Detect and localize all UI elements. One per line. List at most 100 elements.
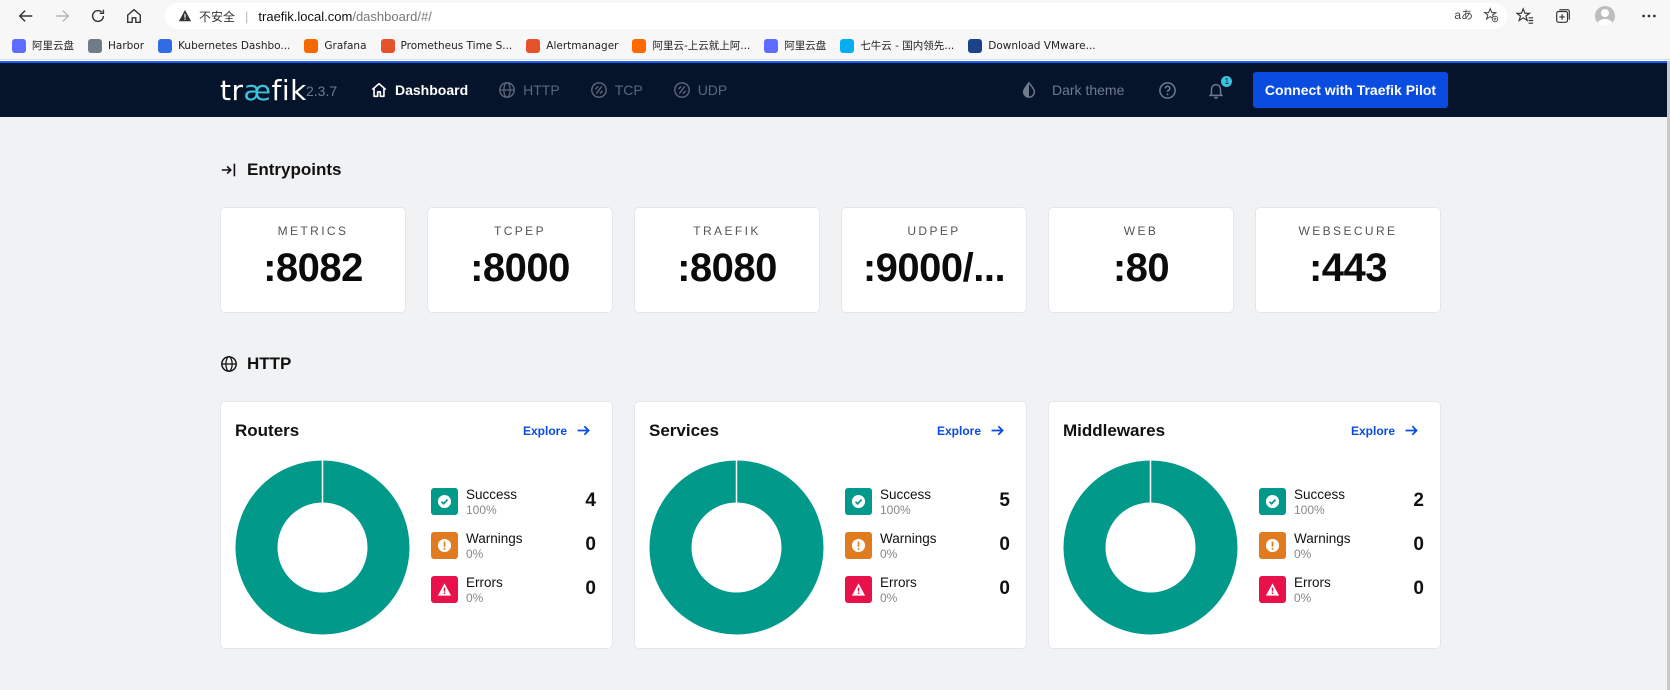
bookmark-item[interactable]: Prometheus Time S... — [380, 38, 512, 53]
stat-card-title: Middlewares — [1063, 421, 1166, 440]
legend-percent: 0% — [466, 547, 484, 561]
bookmark-item[interactable]: Kubernetes Dashbo... — [158, 38, 290, 53]
collections-icon — [1556, 9, 1570, 23]
legend-count: 0 — [1413, 578, 1424, 599]
back-button[interactable] — [8, 0, 44, 32]
entrypoint-card: TCPEP :8000 — [427, 207, 613, 313]
globe-icon — [221, 356, 237, 372]
warning-icon[interactable] — [177, 8, 193, 24]
url-path[interactable]: /dashboard/#/ — [352, 9, 432, 24]
check-circle-icon — [1259, 488, 1286, 515]
url-host[interactable]: traefik.local.com — [258, 9, 352, 24]
bookmark-item[interactable]: Harbor — [88, 38, 144, 53]
legend-row-success[interactable]: Success 100% 2 — [1259, 487, 1424, 532]
entrypoints-title: Entrypoints — [247, 160, 342, 179]
profile-button[interactable] — [1582, 0, 1628, 32]
traefik-logo[interactable]: træfik — [220, 74, 307, 107]
nav-dashboard-label: Dashboard — [395, 82, 469, 98]
reload-button[interactable] — [80, 0, 116, 32]
explore-link[interactable]: Explore — [937, 422, 1006, 439]
legend-row-errors[interactable]: Errors 0% 0 — [431, 575, 596, 620]
bookmark-item[interactable]: Alertmanager — [526, 38, 618, 53]
stat-card-title: Services — [649, 421, 719, 440]
check-circle-icon — [845, 488, 872, 515]
arrow-right-icon — [1405, 425, 1418, 436]
nav-udp[interactable]: UDP — [673, 81, 727, 99]
entrypoint-port: :80 — [1112, 246, 1170, 290]
read-aloud-button[interactable]: aあ — [1454, 6, 1473, 23]
legend-count: 0 — [1413, 534, 1424, 555]
aliyun-icon — [632, 38, 647, 53]
udp-icon — [673, 82, 690, 98]
alert-triangle-icon — [845, 576, 872, 603]
notifications-button[interactable]: 1 — [1207, 76, 1233, 99]
tcp-icon — [590, 82, 607, 98]
nav-tcp-label: TCP — [614, 82, 643, 98]
http-stat-card: Routers Explore Success 100% 4 Warnings 0% 0 Err… — [220, 401, 613, 649]
legend-label: Errors — [466, 575, 503, 590]
insecure-label[interactable]: 不安全 — [199, 8, 235, 25]
bookmark-item[interactable]: 阿里云盘 — [12, 38, 74, 53]
prometheus-icon — [380, 38, 395, 53]
status-donut-chart — [1063, 460, 1238, 635]
aliyun-drive-icon — [12, 38, 26, 53]
http-stat-card: Middlewares Explore Success 100% 2 Warnings 0%… — [1048, 401, 1441, 649]
legend-row-success[interactable]: Success 100% 5 — [845, 487, 1010, 532]
help-icon — [1159, 81, 1177, 99]
entrypoint-card: UDPEP:9000/... — [841, 207, 1027, 313]
stat-card-title: Routers — [235, 421, 300, 440]
status-legend: Success 100% 5 Warnings 0% 0 Errors 0% 0 — [845, 487, 1010, 620]
legend-percent: 100% — [466, 503, 497, 517]
arrow-right-icon — [577, 425, 590, 436]
nav-dashboard[interactable]: Dashboard — [370, 81, 468, 99]
settings-menu-button[interactable] — [1628, 0, 1670, 32]
dark-theme-label: Dark theme — [1052, 82, 1125, 98]
legend-row-warnings[interactable]: Warnings 0% 0 — [845, 531, 1010, 576]
bookmark-label: Grafana — [324, 39, 367, 52]
legend-row-warnings[interactable]: Warnings 0% 0 — [431, 531, 596, 576]
legend-label: Errors — [1294, 575, 1331, 590]
bookmark-item[interactable]: 七牛云 - 国内领先... — [840, 38, 954, 53]
forward-button[interactable] — [44, 0, 80, 32]
exclamation-icon — [1259, 532, 1286, 559]
legend-label: Success — [1294, 487, 1346, 502]
bookmark-item[interactable]: Download VMware... — [968, 38, 1096, 53]
legend-row-errors[interactable]: Errors 0% 0 — [845, 575, 1010, 620]
favorites-button[interactable] — [1506, 0, 1544, 32]
explore-label: Explore — [1350, 423, 1395, 438]
nav-tcp[interactable]: TCP — [590, 81, 643, 99]
legend-label: Errors — [880, 575, 917, 590]
http-title: HTTP — [247, 354, 292, 373]
legend-row-success[interactable]: Success 100% 4 — [431, 487, 596, 532]
logo-text-ae: æ — [243, 74, 272, 107]
avatar — [1595, 6, 1615, 26]
harbor-icon — [88, 38, 102, 53]
address-bar[interactable]: 不安全 | traefik.local.com/dashboard/#/ aあ — [165, 3, 1507, 29]
help-button[interactable] — [1158, 81, 1177, 100]
legend-count: 0 — [585, 578, 596, 599]
collections-button[interactable] — [1544, 0, 1582, 32]
legend-row-warnings[interactable]: Warnings 0% 0 — [1259, 531, 1424, 576]
bookmark-item[interactable]: Grafana — [304, 38, 367, 53]
bookmark-item[interactable]: 阿里云盘 — [764, 38, 826, 53]
add-favorite-icon[interactable] — [1483, 6, 1499, 23]
explore-link[interactable]: Explore — [1351, 422, 1420, 439]
entrypoint-card: TRAEFIK:8080 — [634, 207, 820, 313]
entrypoint-name: METRICS — [277, 224, 349, 238]
legend-percent: 0% — [880, 547, 898, 561]
nav-http[interactable]: HTTP — [498, 81, 560, 99]
legend-row-errors[interactable]: Errors 0% 0 — [1259, 575, 1424, 620]
entrypoint-name: TCPEP — [493, 224, 546, 238]
dark-theme-toggle[interactable]: Dark theme — [1020, 81, 1124, 99]
home-button[interactable] — [116, 0, 152, 32]
entrypoint-card: WEBSECURE:443 — [1255, 207, 1441, 313]
entrypoint-name: UDPEP — [907, 224, 961, 238]
explore-label: Explore — [936, 423, 981, 438]
connect-pilot-button[interactable]: Connect with Traefik Pilot — [1253, 72, 1448, 108]
main-nav: Dashboard HTTP TCP UDP — [370, 63, 757, 117]
explore-link[interactable]: Explore — [523, 422, 592, 439]
bookmark-item[interactable]: 阿里云-上云就上阿... — [632, 38, 750, 53]
entrypoint-name: WEBSECURE — [1298, 224, 1398, 238]
entrypoint-port: :8000 — [470, 246, 570, 290]
legend-label: Success — [466, 487, 518, 502]
